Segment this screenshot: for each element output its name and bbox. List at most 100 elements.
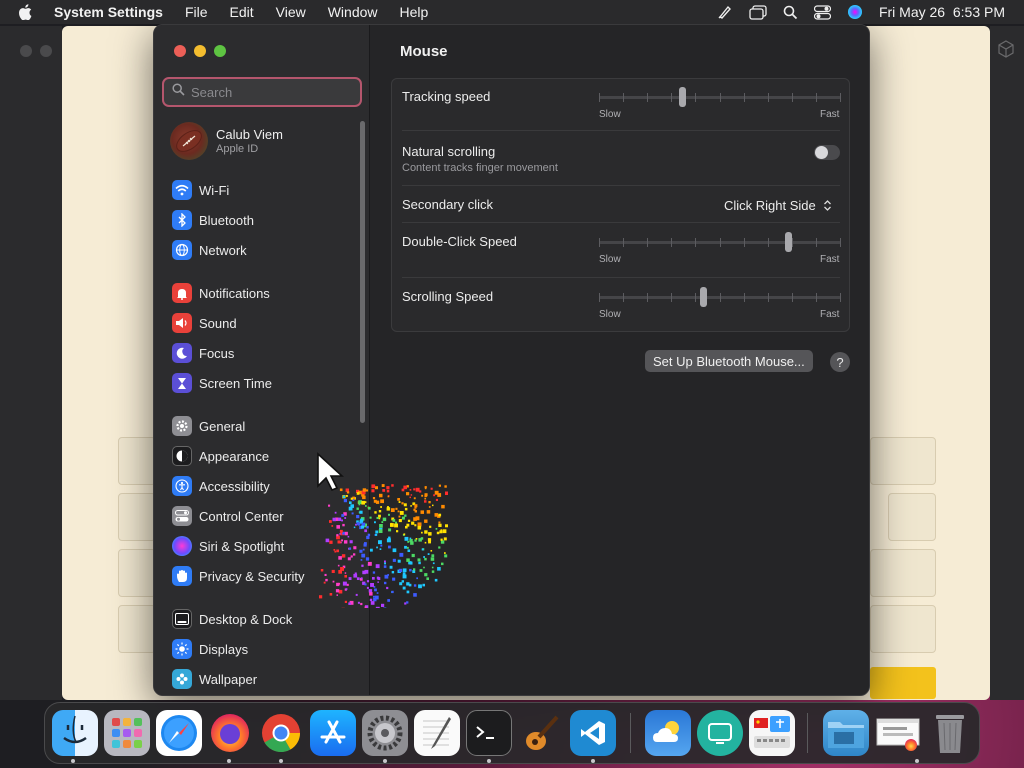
slider-tick	[599, 238, 600, 247]
sidebar-item-general[interactable]: General	[172, 415, 245, 437]
menu-clock[interactable]: Fri May 26 6:53 PM	[879, 4, 1005, 20]
downloads-folder-icon[interactable]	[823, 710, 869, 756]
scrolling-speed-label: Scrolling Speed	[402, 289, 494, 304]
window-stack-icon[interactable]	[749, 4, 767, 20]
siri-icon[interactable]	[847, 4, 863, 20]
menu-app-name[interactable]: System Settings	[54, 4, 163, 20]
menu-bar: System Settings File Edit View Window He…	[0, 0, 1024, 24]
slider-tick	[671, 93, 672, 102]
pen-tool-icon[interactable]	[717, 4, 733, 20]
sidebar-item-screen-time[interactable]: Screen Time	[172, 372, 272, 394]
help-button[interactable]: ?	[830, 352, 850, 372]
slider-tick	[840, 238, 841, 247]
slider-tick	[792, 93, 793, 102]
slider-tick	[768, 238, 769, 247]
slider-tick	[744, 238, 745, 247]
sidebar-search[interactable]	[162, 77, 362, 107]
slider-tick	[768, 293, 769, 302]
sidebar-item-focus[interactable]: Focus	[172, 342, 234, 364]
slider-tick	[671, 238, 672, 247]
toggles-icon	[172, 506, 192, 526]
slider-tick	[623, 238, 624, 247]
sidebar-item-label: Screen Time	[199, 375, 272, 391]
system-settings-icon[interactable]	[362, 710, 408, 756]
sidebar-item-sound[interactable]: Sound	[172, 312, 237, 334]
safari-icon[interactable]	[156, 710, 202, 756]
menu-view[interactable]: View	[276, 4, 306, 20]
sidebar-item-appearance[interactable]: Appearance	[172, 445, 269, 467]
double-click-speed-label: Double-Click Speed	[402, 234, 517, 249]
slider-thumb[interactable]	[785, 232, 792, 252]
sidebar-item-siri-spotlight[interactable]: Siri & Spotlight	[172, 535, 284, 557]
screen-sharing-icon[interactable]	[697, 710, 743, 756]
rainbow-sparkle-effect	[319, 484, 448, 608]
natural-scrolling-label: Natural scrolling	[402, 144, 496, 159]
scrolling-speed-slider[interactable]	[599, 287, 841, 307]
scrolling-speed-min-label: Slow	[599, 309, 621, 320]
sidebar-item-notifications[interactable]: Notifications	[172, 282, 270, 304]
sidebar-item-label: Appearance	[199, 448, 270, 464]
app-store-icon[interactable]	[310, 710, 356, 756]
sidebar-item-desktop-dock[interactable]: Desktop & Dock	[172, 608, 292, 630]
gear-icon	[172, 416, 192, 436]
slider-tick	[744, 93, 745, 102]
zoom-window-button[interactable]	[214, 45, 226, 57]
mouse-pointer-icon	[316, 452, 345, 497]
secondary-click-select[interactable]: Click Right Side	[724, 195, 833, 215]
double-click-speed-max-label: Fast	[820, 254, 840, 265]
finder-icon[interactable]	[52, 710, 98, 756]
tracking-speed-max-label: Fast	[820, 109, 840, 120]
spotlight-search-icon[interactable]	[783, 5, 798, 20]
vscode-icon[interactable]	[570, 710, 616, 756]
slider-thumb[interactable]	[700, 287, 707, 307]
search-input[interactable]	[191, 84, 351, 100]
input-keyboard-icon[interactable]	[749, 710, 795, 756]
menu-help[interactable]: Help	[400, 4, 429, 20]
secondary-click-label: Secondary click	[402, 197, 494, 212]
natural-scrolling-toggle[interactable]	[814, 145, 840, 160]
speaker-icon	[172, 313, 192, 333]
menu-edit[interactable]: Edit	[230, 4, 254, 20]
garageband-icon[interactable]	[518, 710, 564, 756]
sidebar-item-wallpaper[interactable]: Wallpaper	[172, 668, 257, 690]
sidebar-item-bluetooth[interactable]: Bluetooth	[172, 209, 254, 231]
minimize-window-button[interactable]	[194, 45, 206, 57]
sidebar-item-network[interactable]: Network	[172, 239, 247, 261]
search-icon	[172, 83, 185, 101]
hourglass-icon	[172, 373, 192, 393]
chrome-icon[interactable]	[258, 710, 304, 756]
tracking-speed-slider[interactable]	[599, 87, 841, 107]
close-window-button[interactable]	[174, 45, 186, 57]
setup-bluetooth-mouse-button[interactable]: Set Up Bluetooth Mouse...	[645, 350, 813, 372]
sidebar-item-control-center[interactable]: Control Center	[172, 505, 284, 527]
slider-tick	[695, 93, 696, 102]
slider-tick	[647, 238, 648, 247]
slider-thumb[interactable]	[679, 87, 686, 107]
launchpad-icon[interactable]	[104, 710, 150, 756]
menu-file[interactable]: File	[185, 4, 208, 20]
wifi-icon	[172, 180, 192, 200]
apple-menu-icon[interactable]	[18, 4, 40, 20]
slider-tick	[647, 93, 648, 102]
trash-icon[interactable]	[927, 710, 973, 756]
slider-tick	[792, 293, 793, 302]
sidebar-item-label: Control Center	[199, 508, 284, 524]
slider-tick	[599, 293, 600, 302]
sidebar-scrollbar[interactable]	[360, 121, 365, 423]
screenshot-icon[interactable]	[875, 710, 921, 756]
slider-tick	[720, 93, 721, 102]
sidebar-item-wifi[interactable]: Wi-Fi	[172, 179, 229, 201]
sidebar-item-displays[interactable]: Displays	[172, 638, 248, 660]
appearance-icon	[172, 446, 192, 466]
menu-window[interactable]: Window	[328, 4, 378, 20]
slider-tick	[816, 293, 817, 302]
firefox-icon[interactable]	[207, 710, 253, 756]
apple-id-profile[interactable]: Calub Viem Apple ID	[170, 121, 283, 161]
control-center-icon[interactable]	[813, 4, 831, 20]
textedit-icon[interactable]	[414, 710, 460, 756]
double-click-speed-slider[interactable]	[599, 232, 841, 252]
weather-icon[interactable]	[645, 710, 691, 756]
sidebar-item-accessibility[interactable]: Accessibility	[172, 475, 270, 497]
tracking-speed-min-label: Slow	[599, 109, 621, 120]
terminal-icon[interactable]	[466, 710, 512, 756]
